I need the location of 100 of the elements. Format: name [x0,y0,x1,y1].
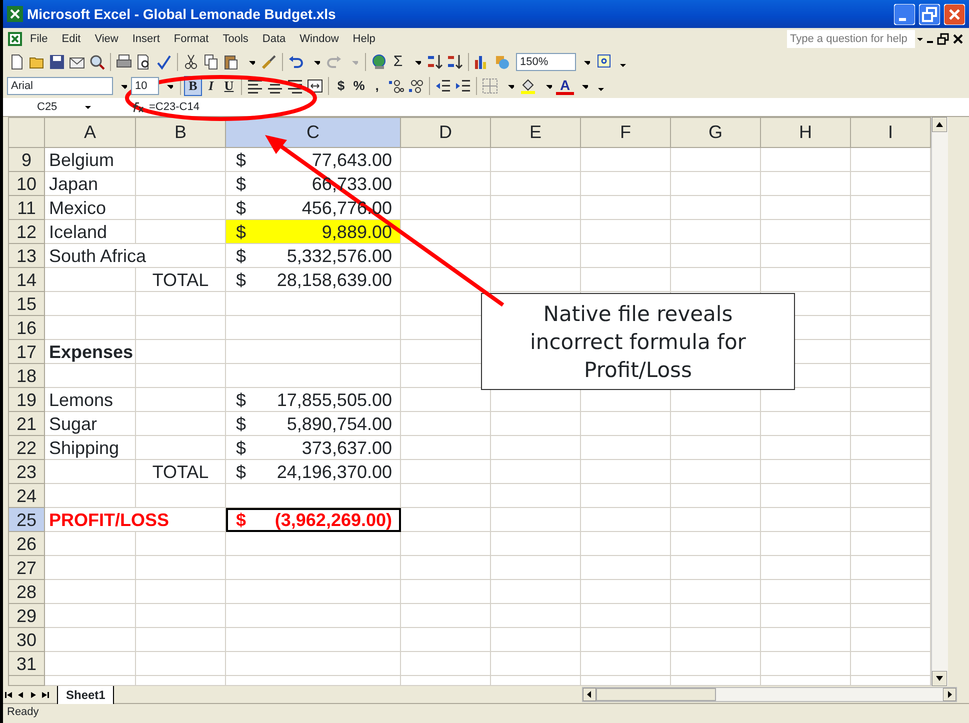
currency-symbol: $ [236,220,246,242]
help-search-field[interactable]: Type a question for help [787,30,915,48]
row-header[interactable]: 26 [8,532,44,556]
menu-item[interactable]: Format [166,30,216,48]
currency-symbol: $ [236,508,246,530]
increase-decimal-icon[interactable] [388,78,404,94]
name-box[interactable]: C25 [3,98,83,116]
table-cell: TOTAL [136,268,226,292]
restore-button[interactable] [919,4,940,24]
row-header[interactable]: 22 [8,436,44,460]
menu-item[interactable]: Insert [125,30,167,48]
currency-symbol: $ [236,172,246,194]
sheet-tab[interactable]: Sheet1 [57,686,114,704]
menu-item[interactable]: Tools [216,30,256,48]
help-icon[interactable] [596,54,612,70]
comma-button[interactable]: , [368,76,386,96]
scroll-down-arrow[interactable] [932,671,947,686]
column-header[interactable]: C [226,118,400,148]
save-icon[interactable] [49,54,65,70]
insert-function-icon[interactable] [131,101,145,113]
formula-field[interactable]: =C23-C14 [149,98,969,116]
fill-bucket-icon[interactable] [520,78,536,94]
row-header[interactable]: 18 [8,364,44,388]
menu-item[interactable]: Help [346,30,382,48]
currency-symbol: $ [236,244,246,266]
column-header[interactable]: E [490,118,580,148]
clipboard-icon[interactable] [223,54,239,70]
row-header[interactable]: 24 [8,484,44,508]
row-header[interactable]: 13 [8,244,44,268]
increase-indent-icon[interactable] [455,78,471,94]
font-color-button[interactable]: A [556,77,574,95]
menu-item[interactable]: Data [255,30,293,48]
column-header[interactable]: G [670,118,760,148]
autosum-button[interactable]: Σ [389,52,407,72]
printer-icon[interactable] [116,54,132,70]
merge-center-icon[interactable] [307,78,323,94]
table-cell: 24,196,370.00 [276,460,392,482]
row-header[interactable]: 10 [8,172,44,196]
font-box[interactable]: Arial [7,77,113,95]
italic-button[interactable]: I [202,76,220,96]
align-right-icon[interactable] [287,78,303,94]
column-header[interactable]: F [580,118,670,148]
row-header[interactable]: 16 [8,316,44,340]
currency-button[interactable]: $ [332,76,350,96]
column-header[interactable]: D [400,118,490,148]
row-header[interactable]: 30 [8,628,44,652]
new-document-icon[interactable] [9,54,25,70]
align-left-icon[interactable] [247,78,263,94]
undo-icon[interactable] [288,54,304,70]
decrease-decimal-icon[interactable] [408,78,424,94]
scroll-up-arrow[interactable] [932,117,947,132]
row-header[interactable]: 15 [8,292,44,316]
row-header[interactable]: 17 [8,340,44,364]
row-header[interactable]: 28 [8,580,44,604]
horizontal-scrollbar[interactable] [582,687,957,702]
font-size-box[interactable]: 10 [131,77,159,95]
restore-icon[interactable] [937,33,951,45]
last-sheet-icon[interactable] [39,690,51,700]
table-cell: South Africa [44,244,226,268]
zoom-box[interactable]: 150% [516,53,576,71]
column-header[interactable]: B [136,118,226,148]
menu-item[interactable]: File [23,30,55,48]
globe-icon[interactable] [371,54,387,70]
currency-symbol: $ [236,148,246,170]
row-header[interactable]: 23 [8,460,44,484]
column-header[interactable]: H [760,118,850,148]
paintbrush-icon[interactable] [261,54,277,70]
row-header[interactable]: 14 [8,268,44,292]
vertical-scrollbar[interactable] [931,117,948,686]
copy-icon[interactable] [203,54,219,70]
magnifier-icon[interactable] [89,54,105,70]
row-header[interactable]: 29 [8,604,44,628]
table-cell: (3,962,269.00) [274,508,392,530]
scissors-icon[interactable] [183,54,199,70]
sort-ascending-icon[interactable] [427,54,443,70]
decrease-indent-icon[interactable] [435,78,451,94]
menu-item[interactable]: View [88,30,126,48]
scroll-left-arrow[interactable] [583,688,596,701]
spelling-check-icon[interactable] [156,54,172,70]
menu-item[interactable]: Edit [54,30,88,48]
row-header[interactable]: 31 [8,652,44,676]
sort-descending-icon[interactable] [447,54,463,70]
column-header[interactable]: I [850,118,930,148]
first-sheet-icon[interactable] [3,690,15,700]
menu-item[interactable]: Window [292,30,346,48]
row-header[interactable]: 12 [8,220,44,244]
row-header[interactable]: 11 [8,196,44,220]
close-icon[interactable] [951,33,965,45]
underline-button[interactable]: U [220,76,238,96]
row-header[interactable]: 25 [8,508,44,532]
column-header[interactable]: A [44,118,136,148]
table-cell: 5,332,576.00 [286,244,392,266]
percent-button[interactable]: % [350,76,368,96]
minimize-button[interactable] [894,4,915,24]
row-header[interactable]: 9 [8,148,44,172]
close-button[interactable] [944,4,965,24]
row-header[interactable]: 27 [8,556,44,580]
scroll-right-arrow[interactable] [943,688,956,701]
row-header[interactable]: 21 [8,412,44,436]
row-header[interactable]: 19 [8,388,44,412]
